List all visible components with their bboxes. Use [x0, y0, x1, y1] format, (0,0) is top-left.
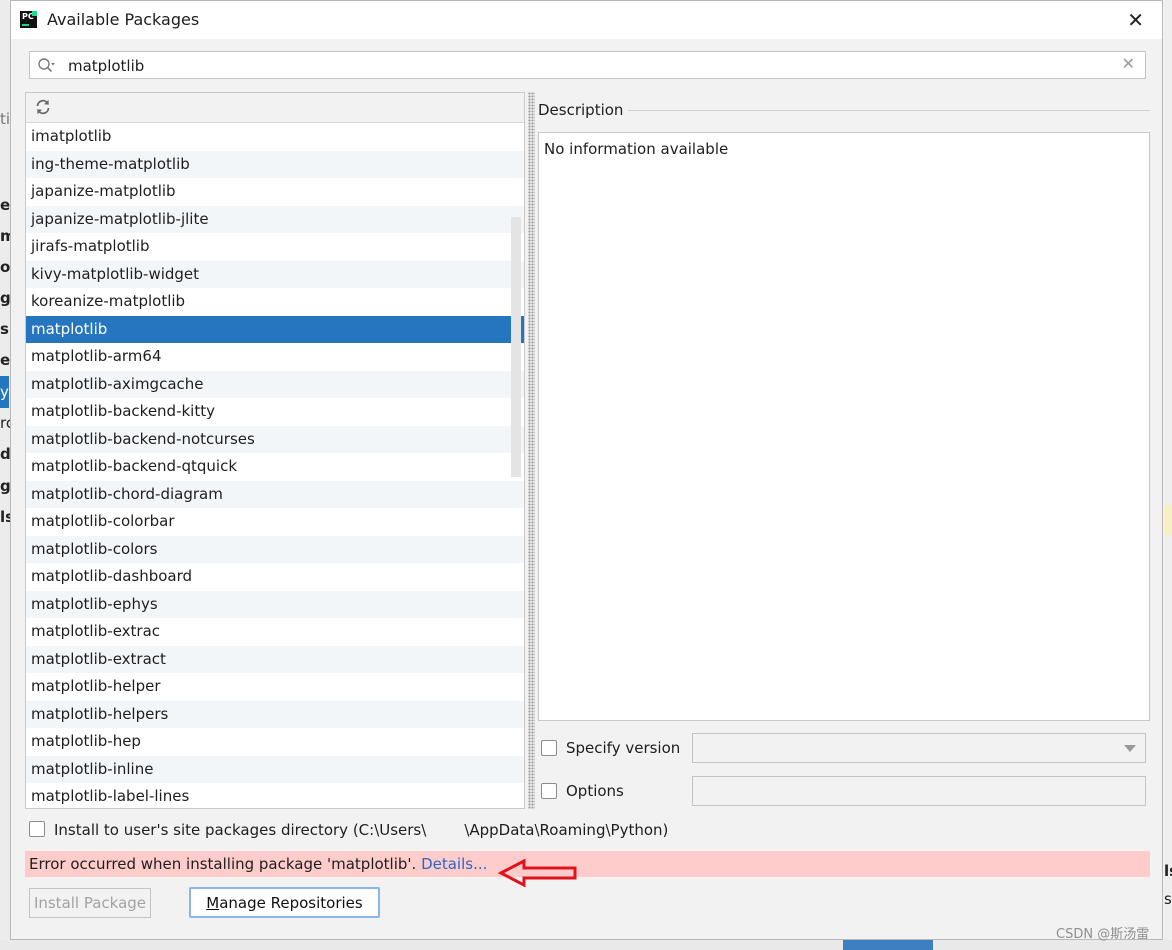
list-toolbar [26, 93, 524, 123]
error-details-link[interactable]: Details... [421, 855, 487, 873]
search-box[interactable]: ✕ [29, 51, 1146, 79]
dialog-title: Available Packages [47, 10, 200, 29]
panel-splitter[interactable] [528, 92, 535, 809]
package-list-item[interactable]: matplotlib-backend-notcurses [26, 425, 524, 453]
package-list-item[interactable]: matplotlib-colors [26, 535, 524, 563]
package-list-item[interactable]: matplotlib-ephys [26, 590, 524, 618]
options-field[interactable] [692, 776, 1146, 806]
specify-version-label[interactable]: Specify version [566, 739, 680, 757]
description-panel: No information available [538, 132, 1150, 721]
specify-version-checkbox[interactable] [541, 740, 557, 756]
background-text: e [0, 196, 11, 214]
background-text: ti [0, 110, 11, 128]
package-list-item[interactable]: matplotlib-chord-diagram [26, 480, 524, 508]
package-list-item[interactable]: matplotlib-colorbar [26, 508, 524, 536]
background-text: s [1164, 890, 1172, 908]
package-list-item[interactable]: matplotlib-helpers [26, 700, 524, 728]
search-input[interactable] [66, 55, 1110, 77]
chevron-down-icon [1124, 745, 1136, 752]
background-window-left [0, 0, 10, 950]
background-ok-button [843, 940, 933, 950]
install-to-user-checkbox[interactable] [29, 821, 45, 837]
package-list[interactable]: imatplotlib ing-theme-matplotlib japanize-… [26, 123, 524, 808]
package-list-item[interactable]: matplotlib-arm64 [26, 343, 524, 371]
description-label: Description [538, 101, 624, 119]
title-bar: PC Available Packages ✕ [11, 1, 1162, 39]
package-list-panel: imatplotlib ing-theme-matplotlib japanize-… [25, 92, 525, 809]
package-list-item[interactable]: matplotlib-extract [26, 645, 524, 673]
version-dropdown[interactable] [692, 733, 1146, 763]
search-icon[interactable] [37, 57, 55, 75]
annotation-arrow-icon [498, 858, 577, 888]
error-message: Error occurred when installing package '… [29, 855, 422, 873]
package-list-item[interactable]: matplotlib-dashboard [26, 563, 524, 591]
background-text: o [0, 258, 11, 276]
redacted-username [426, 821, 465, 835]
package-list-item[interactable]: kivy-matplotlib-widget [26, 260, 524, 288]
package-list-item[interactable]: koreanize-matplotlib [26, 288, 524, 316]
refresh-icon[interactable] [34, 98, 52, 116]
manage-repositories-button[interactable]: Manage Repositories [189, 887, 380, 918]
install-package-button[interactable]: Install Package [29, 888, 151, 918]
package-list-item[interactable]: matplotlib [26, 315, 524, 343]
background-window-bottom [0, 940, 1172, 950]
background-highlight [1164, 505, 1172, 535]
install-to-user-label[interactable]: Install to user's site packages director… [54, 821, 668, 839]
background-text: ls [1164, 862, 1172, 880]
package-list-item[interactable]: matplotlib-aximgcache [26, 370, 524, 398]
package-list-item[interactable]: imatplotlib [26, 123, 524, 151]
package-list-item[interactable]: matplotlib-backend-qtquick [26, 453, 524, 481]
package-list-item[interactable]: matplotlib-inline [26, 755, 524, 783]
list-scrollbar[interactable] [511, 217, 521, 477]
package-list-item[interactable]: japanize-matplotlib [26, 178, 524, 206]
background-window-right [1164, 0, 1172, 940]
watermark: CSDN @斯汤雷 [1056, 927, 1150, 942]
package-list-item[interactable]: jirafs-matplotlib [26, 233, 524, 261]
package-list-item[interactable]: matplotlib-label-lines [26, 783, 524, 808]
package-list-item[interactable]: matplotlib-extrac [26, 618, 524, 646]
description-divider [628, 110, 1150, 111]
install-to-user-label-prefix: Install to user's site packages director… [54, 821, 427, 839]
description-text: No information available [544, 140, 729, 158]
package-list-item[interactable]: matplotlib-helper [26, 673, 524, 701]
package-list-item[interactable]: ing-theme-matplotlib [26, 150, 524, 178]
package-list-item[interactable]: matplotlib-backend-kitty [26, 398, 524, 426]
error-notification: Error occurred when installing package '… [25, 851, 1150, 877]
background-text: e [0, 351, 11, 369]
options-label[interactable]: Options [566, 782, 624, 800]
install-to-user-label-suffix: \AppData\Roaming\Python) [464, 821, 669, 839]
close-icon[interactable]: ✕ [1127, 8, 1144, 32]
clear-search-icon[interactable]: ✕ [1122, 54, 1135, 73]
manage-mnemonic: M [206, 894, 220, 912]
package-list-item[interactable]: matplotlib-hep [26, 728, 524, 756]
available-packages-dialog: PC Available Packages ✕ ✕ imatplotlibing… [10, 0, 1163, 940]
package-list-item[interactable]: japanize-matplotlib-jlite [26, 205, 524, 233]
options-checkbox[interactable] [541, 783, 557, 799]
manage-label: anage Repositories [219, 894, 363, 912]
pycharm-icon: PC [20, 11, 37, 28]
background-text: y [0, 383, 9, 401]
